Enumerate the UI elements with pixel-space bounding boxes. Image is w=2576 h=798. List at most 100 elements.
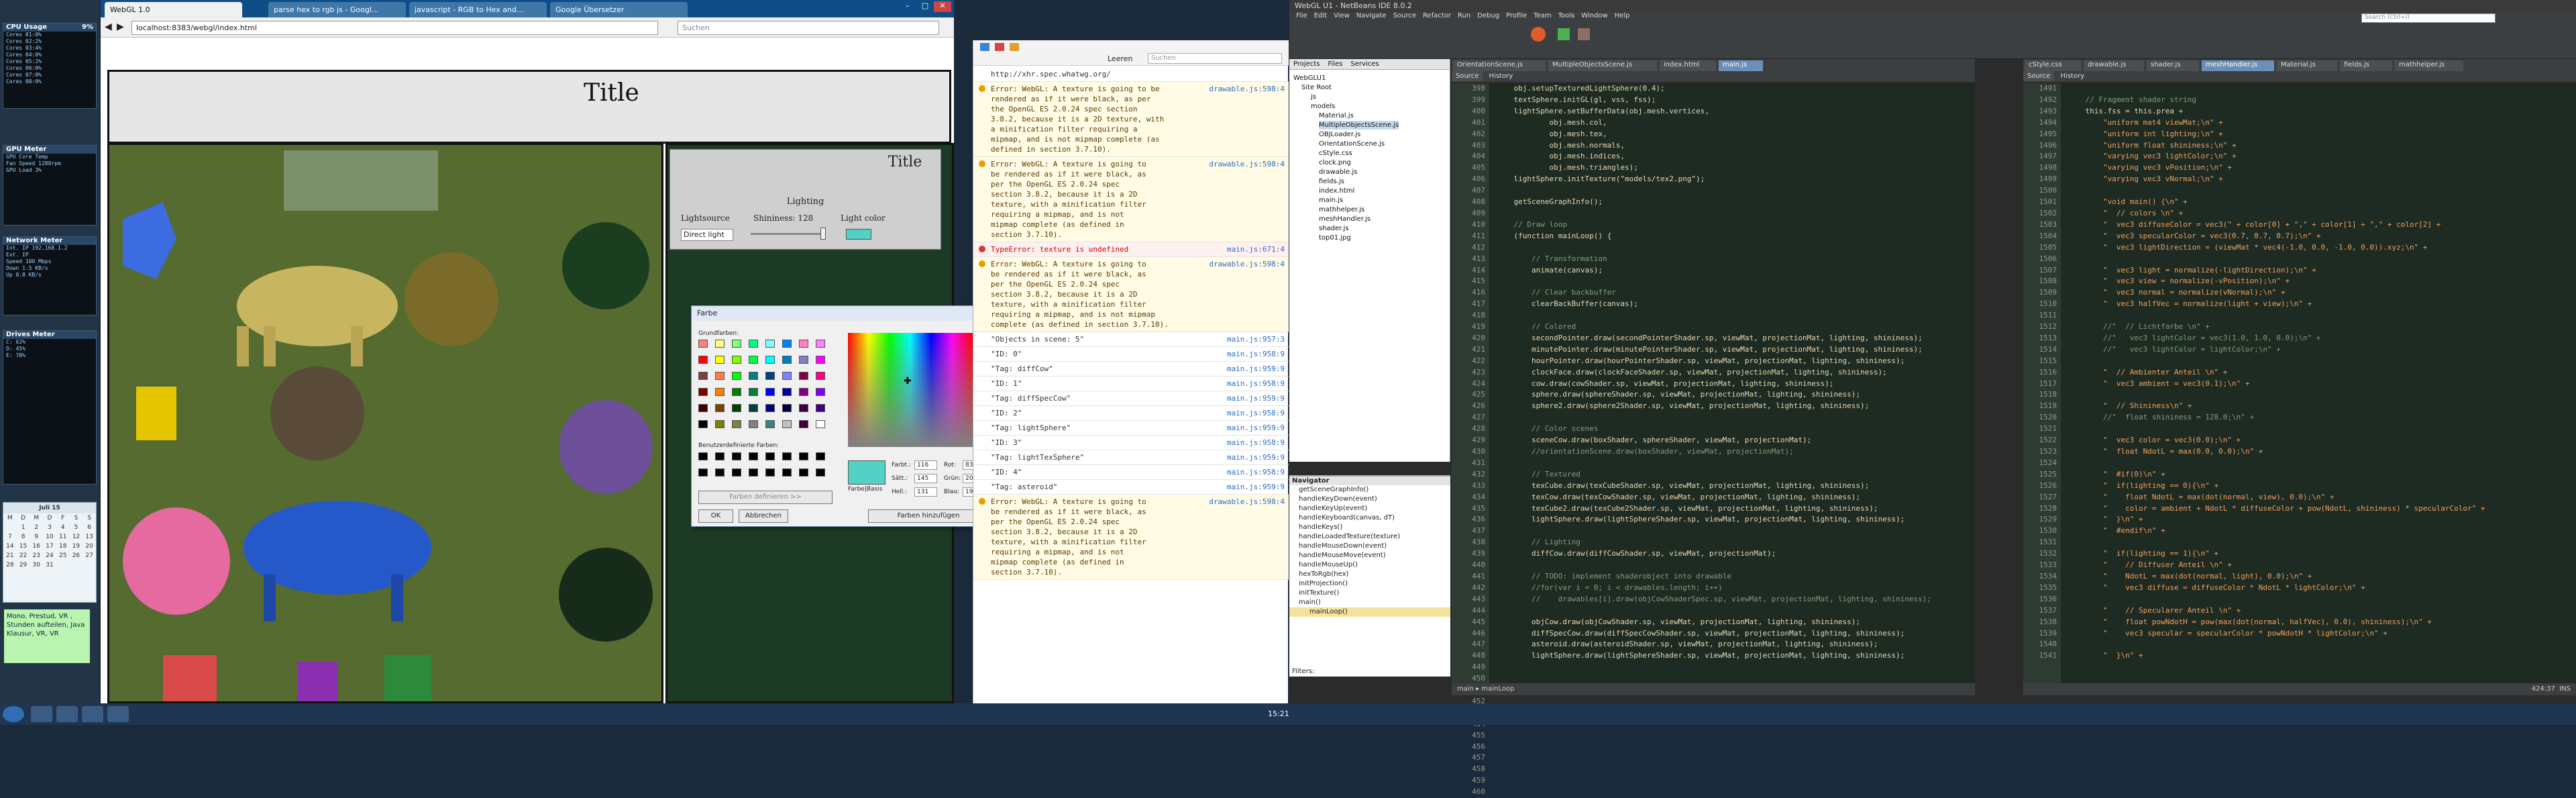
custom-color-swatch[interactable] <box>799 452 808 460</box>
code-line[interactable]: sphere2.draw(sphere2Shader.sp, viewMat, … <box>1496 401 1931 412</box>
close-icon[interactable]: ✕ <box>934 1 951 12</box>
menu-item-view[interactable]: View <box>1334 12 1350 19</box>
code-line[interactable]: "uniform int lighting;\n" + <box>2068 129 2485 140</box>
firefox-run-icon[interactable] <box>1531 27 1546 42</box>
basic-color-swatch[interactable] <box>749 356 758 364</box>
code-line[interactable]: " vec3 diffuseColor = vec3(" + color[0] … <box>2068 219 2485 231</box>
tab-google-translate[interactable]: Google Übersetzer <box>550 2 688 17</box>
menu-item-window[interactable]: Window <box>1581 12 1607 19</box>
warning-filter-icon[interactable] <box>1010 43 1019 51</box>
menu-item-source[interactable]: Source <box>1393 12 1416 19</box>
project-tree-item[interactable]: WebGLU1 <box>1293 74 1326 83</box>
basic-color-swatch[interactable] <box>799 372 808 380</box>
code-line[interactable]: " vec3 view = normalize(-vPosition);\n" … <box>2068 276 2485 287</box>
code-line[interactable]: hourPointer.draw(hourPointerShader.sp, v… <box>1496 356 1931 367</box>
basic-color-swatch[interactable] <box>698 404 708 412</box>
code-line[interactable] <box>1496 310 1931 321</box>
cpu-usage-gadget[interactable]: CPU Usage 9% Cores 01:0% Cores 02:2% Cores… <box>3 23 97 109</box>
calendar-date[interactable]: 26 <box>70 551 83 560</box>
project-tree-item[interactable]: fields.js <box>1319 177 1344 186</box>
code-line[interactable]: " vec3 light = normalize(-lightDirection… <box>2068 265 2485 277</box>
calendar-date[interactable] <box>83 560 96 570</box>
code-line[interactable] <box>2068 537 2485 548</box>
code-line[interactable]: // Transformation <box>1496 254 1931 265</box>
calendar-date[interactable]: 3 <box>43 523 56 532</box>
calendar-date[interactable]: 2 <box>30 523 43 532</box>
tab-stackoverflow[interactable]: javascript - RGB to Hex and... <box>409 2 547 17</box>
basic-color-swatch[interactable] <box>816 340 825 348</box>
console-source-link[interactable]: main.js:957:3 <box>1227 334 1285 344</box>
editor2-code[interactable]: // Fragment shader string this.fss = thi… <box>2068 83 2485 662</box>
console-source-link[interactable]: main.js:959:9 <box>1227 482 1285 492</box>
calendar-date[interactable]: 31 <box>43 560 56 570</box>
code-line[interactable]: obj.mesh.triangles); <box>1496 162 1931 174</box>
console-message[interactable]: "Tag: lightTexSphere" main.js:959:9 <box>973 450 1289 465</box>
ok-button[interactable]: OK <box>698 509 733 523</box>
console-source-link[interactable]: drawable.js:598:4 <box>1209 259 1285 269</box>
project-tree-item[interactable]: OBJLoader.js <box>1319 130 1360 139</box>
console-source-link[interactable]: main.js:958:9 <box>1227 438 1285 448</box>
editor-tab[interactable]: fields.js <box>2340 60 2392 71</box>
calendar-date[interactable]: 4 <box>56 523 70 532</box>
breadcrumb-function[interactable]: main <box>1457 685 1474 693</box>
navigator-item[interactable]: mainLoop() <box>1289 607 1450 617</box>
editor-tab[interactable]: main.js <box>1719 60 1763 71</box>
navigator-item[interactable]: handleKeyUp(event) <box>1289 504 1450 513</box>
code-line[interactable]: // TODO: implement shaderobject into dra… <box>1496 571 1931 583</box>
code-line[interactable]: lightSphere.setBufferData(obj.mesh.verti… <box>1496 106 1931 117</box>
console-message[interactable]: Error: WebGL: A texture is going to be r… <box>973 157 1289 242</box>
code-line[interactable]: //" vec3 lightColor = lightColor;\n" + <box>2068 344 2485 356</box>
main-js-editor[interactable]: 398 399 400 401 402 403 404 405 406 407 408 409 410 4… <box>1452 83 1975 796</box>
taskbar-firefox-icon[interactable] <box>56 706 78 722</box>
url-bar[interactable]: localhost:8383/webgl/index.html <box>131 21 658 35</box>
code-line[interactable]: objCow.draw(objCowShader.sp, viewMat, pr… <box>1496 617 1931 628</box>
calendar-date[interactable]: 7 <box>3 532 17 542</box>
calendar-date[interactable] <box>3 523 17 532</box>
navigator-item[interactable]: handleKeys() <box>1289 523 1450 532</box>
project-tree-item[interactable]: models <box>1311 102 1335 111</box>
basic-color-swatch[interactable] <box>749 388 758 396</box>
shader-js-editor[interactable]: 1491 1492 1493 1494 1495 1496 1497 1498 1499 1500… <box>2023 83 2576 683</box>
basic-color-swatch[interactable] <box>782 340 792 348</box>
slider-handle[interactable] <box>820 228 826 240</box>
code-line[interactable]: " // Ambienter Anteil \n" + <box>2068 367 2485 379</box>
code-line[interactable]: clearBackBuffer(canvas); <box>1496 299 1931 310</box>
calendar-date[interactable]: 27 <box>83 551 96 560</box>
code-line[interactable]: " // Specularer Anteil \n" + <box>2068 605 2485 617</box>
calendar-date[interactable]: 8 <box>17 532 30 542</box>
console-message[interactable]: "ID: 1" main.js:958:9 <box>973 377 1289 391</box>
code-line[interactable]: obj.mesh.tex, <box>1496 129 1931 140</box>
code-line[interactable]: " float powNdotH = pow(max(dot(normal, h… <box>2068 617 2485 628</box>
basic-color-swatch[interactable] <box>816 420 825 428</box>
console-source-link[interactable]: main.js:959:9 <box>1227 393 1285 403</box>
code-line[interactable]: " vec3 specularColor = vec3(0.7, 0.7, 0.… <box>2068 231 2485 242</box>
code-line[interactable]: "varying vec3 vNormal;\n" + <box>2068 174 2485 185</box>
navigator-item[interactable]: handleKeyboard(canvas, dT) <box>1289 513 1450 523</box>
code-line[interactable] <box>2068 639 2485 650</box>
code-line[interactable] <box>1496 412 1931 423</box>
code-line[interactable] <box>1496 276 1931 287</box>
back-icon[interactable]: ◀ <box>105 21 112 32</box>
basic-color-swatch[interactable] <box>698 356 708 364</box>
code-line[interactable]: this.fss = this.prea + <box>2068 106 2485 117</box>
code-line[interactable]: lightSphere.draw(lightSphereShader.sp, v… <box>1496 650 1931 662</box>
basic-color-swatch[interactable] <box>765 372 775 380</box>
basic-color-swatch[interactable] <box>765 388 775 396</box>
code-line[interactable]: " float NdotL = max(0.0, 0.0);\n" + <box>2068 446 2485 458</box>
calendar-date[interactable]: 15 <box>17 542 30 551</box>
console-source-link[interactable]: main.js:958:9 <box>1227 379 1285 389</box>
console-source-link[interactable]: main.js:958:9 <box>1227 467 1285 477</box>
lightsource-select[interactable]: Direct light <box>681 229 733 241</box>
custom-color-swatch[interactable] <box>816 452 825 460</box>
code-line[interactable]: diffSpecCow.draw(diffSpecCowShader.sp, v… <box>1496 628 1931 640</box>
code-line[interactable]: "varying vec3 vPosition;\n" + <box>2068 162 2485 174</box>
maximize-icon[interactable]: □ <box>916 1 934 12</box>
basic-color-swatch[interactable] <box>715 420 724 428</box>
menu-item-file[interactable]: File <box>1296 12 1307 19</box>
add-custom-color-button[interactable]: Farben hinzufügen <box>868 509 989 523</box>
code-line[interactable] <box>2068 254 2485 265</box>
project-tree-item[interactable]: js <box>1311 93 1316 101</box>
tab-webgl[interactable]: WebGL 1.0 <box>105 2 242 17</box>
clear-console-button[interactable]: Leeren <box>1108 54 1133 63</box>
code-line[interactable]: //orientationScene.draw(boxShader, viewM… <box>1496 446 1931 458</box>
